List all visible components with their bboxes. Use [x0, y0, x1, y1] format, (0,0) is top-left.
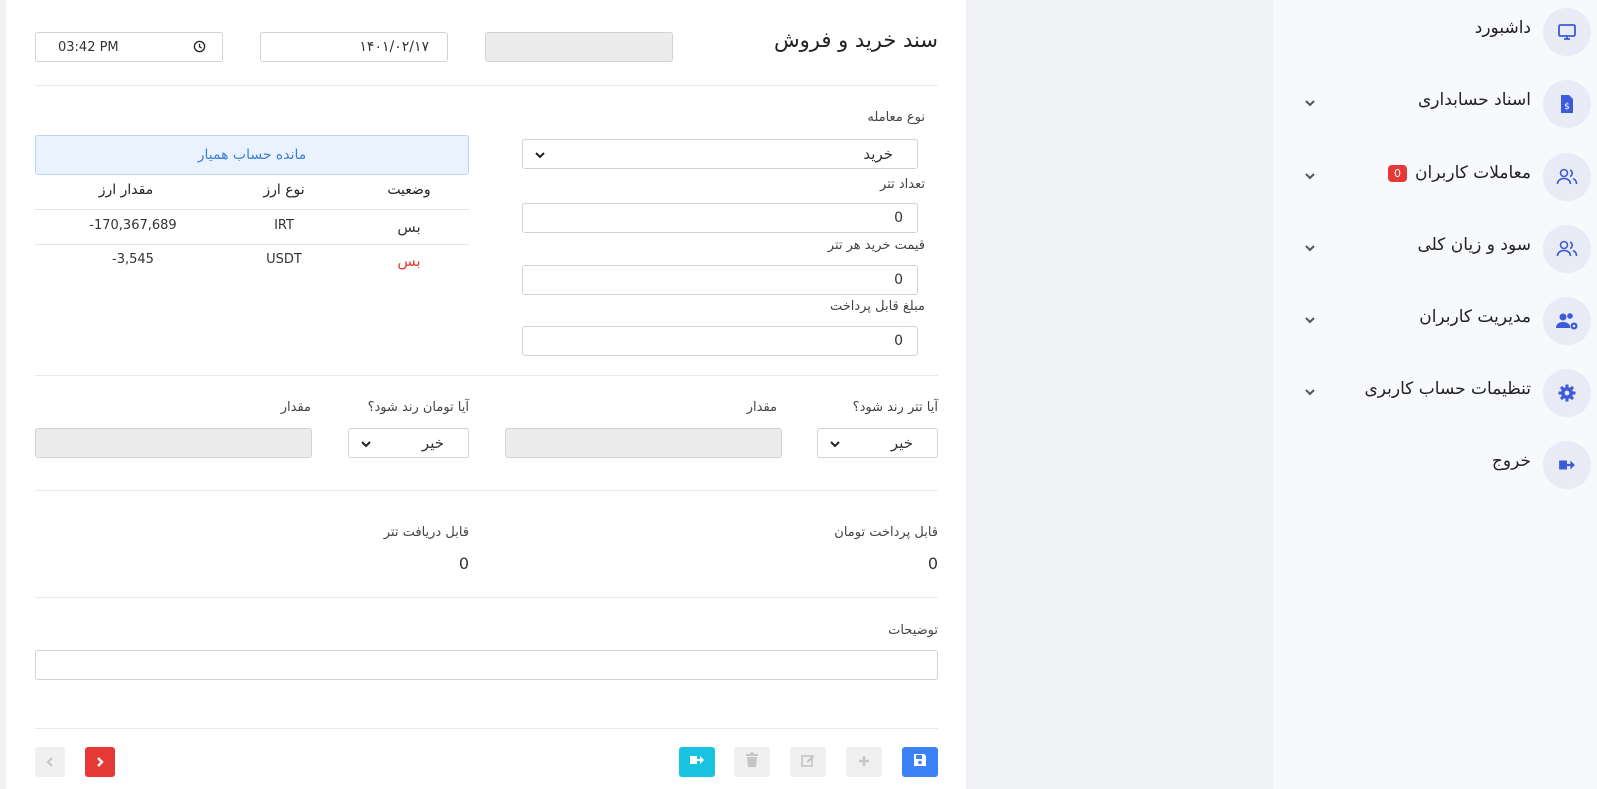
currency-cell: IRT	[274, 218, 294, 233]
round-tether-label: آیا تتر رند شود؟	[852, 400, 938, 415]
divider	[35, 728, 938, 729]
tether-receivable-value: 0	[458, 554, 469, 573]
document-dollar-icon: $	[1543, 80, 1591, 128]
sidebar-item-user-trades[interactable]: معاملات کاربران0	[1273, 145, 1597, 209]
sidebar: داشبورد $ اسناد حسابداری معاملات کاربران…	[1273, 0, 1597, 789]
monitor-icon	[1543, 8, 1591, 56]
divider	[35, 597, 938, 598]
document-number-field[interactable]	[485, 32, 673, 62]
sidebar-item-label: تنظیمات حساب کاربری	[1364, 379, 1531, 399]
exit-button[interactable]	[679, 747, 715, 777]
edit-button[interactable]	[790, 747, 826, 777]
chevron-down-icon[interactable]	[1301, 239, 1319, 257]
tether-count-label: تعداد تتر	[880, 177, 925, 192]
chevron-down-icon[interactable]	[1301, 311, 1319, 329]
sidebar-item-profit-loss[interactable]: سود و زیان کلی	[1273, 217, 1597, 281]
round-toman-amount-input[interactable]	[35, 428, 312, 458]
currency-cell: USDT	[266, 252, 302, 267]
sidebar-item-label: داشبورد	[1474, 18, 1531, 38]
trade-type-label: نوع معامله	[867, 110, 925, 125]
chevron-left-icon	[44, 753, 56, 772]
count-badge: 0	[1388, 164, 1408, 182]
date-field[interactable]: ۱۴۰۱/۰۲/۱۷	[260, 32, 448, 62]
round-tether-amount-label: مقدار	[746, 400, 777, 415]
chevron-down-icon[interactable]	[1301, 94, 1319, 112]
currency-header: نوع ارز	[263, 182, 305, 198]
sidebar-item-label: سود و زیان کلی	[1417, 235, 1531, 255]
amount-cell: -3,545	[112, 252, 154, 267]
users-gear-icon	[1543, 297, 1591, 345]
prev-button[interactable]	[35, 747, 65, 777]
status-header: وضعیت	[387, 182, 431, 198]
sidebar-item-label: معاملات کاربران0	[1388, 163, 1531, 183]
tether-receivable-label: قابل دریافت تتر	[383, 525, 469, 540]
tether-count-input[interactable]: 0	[522, 203, 918, 233]
round-toman-amount-label: مقدار	[280, 400, 311, 415]
edit-icon	[800, 752, 816, 772]
status-cell: بس	[397, 252, 421, 270]
chevron-down-icon	[828, 437, 842, 451]
notes-label: توضیحات	[888, 623, 938, 638]
add-button[interactable]	[846, 747, 882, 777]
round-tether-select[interactable]: خیر	[817, 428, 938, 458]
background-panel	[966, 0, 1273, 789]
sidebar-item-dashboard[interactable]: داشبورد	[1273, 0, 1597, 64]
logout-icon	[1543, 441, 1591, 489]
sidebar-item-accounting-documents[interactable]: $ اسناد حسابداری	[1273, 72, 1597, 136]
sidebar-item-user-management[interactable]: مدیریت کاربران	[1273, 289, 1597, 353]
clock-icon[interactable]	[193, 40, 206, 57]
amount-cell: -170,367,689	[89, 218, 177, 233]
divider	[35, 85, 938, 86]
toman-payable-label: قابل پرداخت تومان	[834, 525, 938, 540]
chevron-right-icon	[94, 753, 106, 772]
divider	[35, 490, 938, 491]
toman-payable-value: 0	[927, 554, 938, 573]
unit-price-label: قیمت خرید هر تتر	[827, 238, 925, 253]
payable-amount-label: مبلغ قابل پرداخت	[829, 299, 925, 314]
row-divider	[35, 244, 469, 245]
divider	[35, 375, 938, 376]
round-tether-amount-input[interactable]	[505, 428, 782, 458]
main-content: سند خرید و فروش ۱۴۰۱/۰۲/۱۷ 03:42 PM نوع …	[6, 0, 966, 789]
notes-input[interactable]	[35, 650, 938, 680]
sidebar-item-label: خروج	[1491, 451, 1531, 471]
users-icon	[1543, 153, 1591, 201]
sidebar-item-logout[interactable]: خروج	[1273, 433, 1597, 497]
sidebar-item-label: اسناد حسابداری	[1418, 90, 1531, 110]
page-title: سند خرید و فروش	[774, 28, 938, 52]
chevron-down-icon[interactable]	[1301, 167, 1319, 185]
svg-text:$: $	[1564, 102, 1570, 112]
round-toman-select[interactable]: خیر	[348, 428, 469, 458]
next-button[interactable]	[85, 747, 115, 777]
row-divider	[35, 209, 469, 210]
time-field[interactable]: 03:42 PM	[35, 32, 223, 62]
amount-header: مقدار ارز	[98, 182, 154, 198]
gear-icon	[1543, 369, 1591, 417]
chevron-down-icon	[359, 437, 373, 451]
chevron-down-icon[interactable]	[1301, 383, 1319, 401]
delete-button[interactable]	[734, 747, 770, 777]
save-button[interactable]	[902, 747, 938, 777]
status-cell: بس	[397, 218, 421, 236]
unit-price-input[interactable]: 0	[522, 265, 918, 295]
logout-icon	[689, 752, 705, 772]
plus-icon	[857, 753, 871, 772]
users-icon	[1543, 225, 1591, 273]
sidebar-item-account-settings[interactable]: تنظیمات حساب کاربری	[1273, 361, 1597, 425]
balance-title: مانده حساب همیار	[35, 135, 469, 175]
round-toman-label: آیا تومان رند شود؟	[367, 400, 469, 415]
chevron-down-icon	[533, 148, 547, 162]
trade-type-select[interactable]: خرید	[522, 139, 918, 169]
trash-icon	[745, 752, 759, 772]
payable-amount-input[interactable]: 0	[522, 326, 918, 356]
sidebar-item-label: مدیریت کاربران	[1419, 307, 1531, 327]
save-icon	[912, 752, 928, 772]
